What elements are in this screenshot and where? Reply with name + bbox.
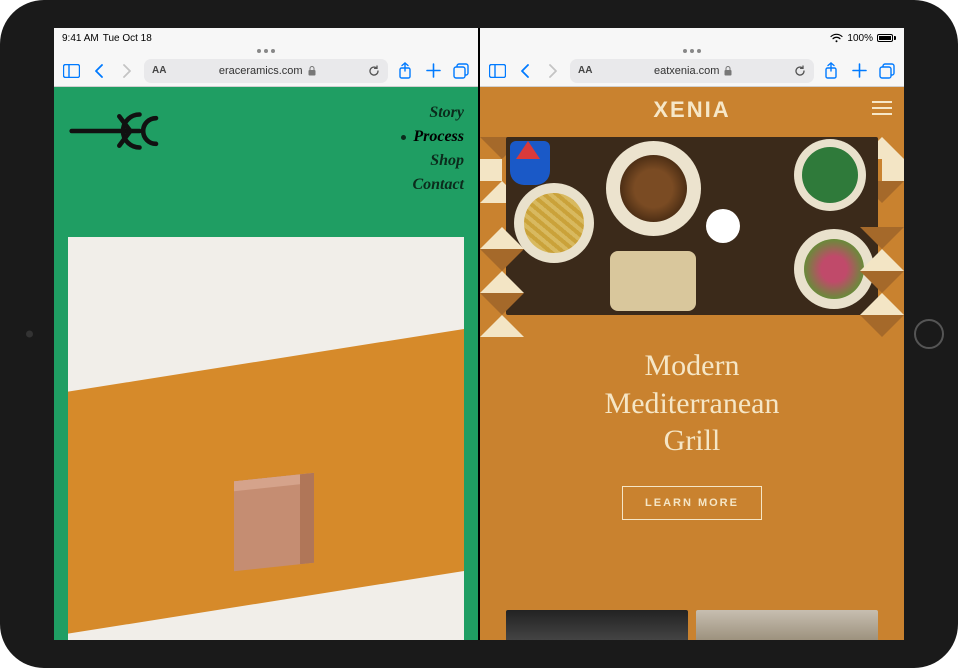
status-bar-right: 100% — [480, 28, 904, 46]
sidebar-icon[interactable] — [486, 60, 508, 82]
plus-icon[interactable] — [848, 60, 870, 82]
left-pane: 9:41 AM Tue Oct 18 AA eraceramics.c — [54, 28, 478, 640]
multitasking-dots[interactable] — [54, 46, 478, 55]
nav-item-process[interactable]: Process — [401, 125, 464, 149]
front-camera — [26, 331, 33, 338]
screen-split-view: 9:41 AM Tue Oct 18 AA eraceramics.c — [54, 28, 904, 640]
tagline-line: Grill — [480, 422, 904, 460]
nav-item-contact[interactable]: Contact — [401, 173, 464, 197]
tabs-icon[interactable] — [450, 60, 472, 82]
active-dot-icon — [401, 135, 406, 140]
decor-pattern — [480, 227, 524, 626]
reload-icon[interactable] — [794, 65, 806, 77]
nav-label: Process — [413, 125, 464, 149]
status-bar-left: 9:41 AM Tue Oct 18 — [54, 28, 478, 46]
share-icon[interactable] — [820, 60, 842, 82]
footer-image — [506, 610, 688, 640]
lock-icon — [308, 66, 316, 76]
plus-icon[interactable] — [422, 60, 444, 82]
reload-icon[interactable] — [368, 65, 380, 77]
safari-toolbar-left: AA eraceramics.com — [54, 55, 478, 87]
tagline-line: Modern — [480, 347, 904, 385]
nav-label: Contact — [412, 173, 464, 197]
plate-flatbread — [610, 251, 696, 311]
forward-button — [542, 60, 564, 82]
xenia-hero-image — [506, 137, 878, 315]
era-logo[interactable] — [68, 101, 178, 161]
tabs-icon[interactable] — [876, 60, 898, 82]
clay-block — [234, 473, 314, 571]
nav-label: Story — [429, 101, 464, 125]
url-field-left[interactable]: AA eraceramics.com — [144, 59, 388, 83]
home-button[interactable] — [914, 319, 944, 349]
xenia-footer-images — [506, 610, 878, 640]
ipad-device-frame: 9:41 AM Tue Oct 18 AA eraceramics.c — [0, 0, 958, 668]
learn-more-button[interactable]: LEARN MORE — [622, 486, 762, 520]
battery-icon — [877, 34, 896, 42]
nav-item-shop[interactable]: Shop — [401, 149, 464, 173]
xenia-logo[interactable]: XENIA — [653, 97, 730, 123]
safari-toolbar-right: AA eatxenia.com — [480, 55, 904, 87]
era-nav: Story Process Shop Contact — [401, 101, 464, 197]
wifi-icon — [830, 33, 843, 43]
lock-icon — [724, 66, 732, 76]
plate-fries — [514, 183, 594, 263]
decor-pattern — [860, 227, 904, 626]
tagline-line: Mediterranean — [480, 385, 904, 423]
plate-grilled — [606, 141, 701, 236]
status-time: 9:41 AM — [62, 33, 99, 44]
drink-cup — [510, 141, 550, 185]
battery-pct: 100% — [847, 33, 873, 44]
nav-item-story[interactable]: Story — [401, 101, 464, 125]
reader-aa-icon[interactable]: AA — [578, 65, 592, 76]
back-button[interactable] — [88, 60, 110, 82]
status-date: Tue Oct 18 — [103, 33, 152, 44]
xenia-site: XENIA — [480, 87, 904, 640]
plate-greens — [794, 139, 866, 211]
footer-image — [696, 610, 878, 640]
nav-label: Shop — [430, 149, 464, 173]
url-field-right[interactable]: AA eatxenia.com — [570, 59, 814, 83]
reader-aa-icon[interactable]: AA — [152, 65, 166, 76]
left-webpage-content[interactable]: Story Process Shop Contact — [54, 87, 478, 640]
hamburger-menu-icon[interactable] — [872, 101, 892, 115]
url-text: eatxenia.com — [654, 65, 719, 77]
era-site: Story Process Shop Contact — [54, 87, 478, 640]
right-webpage-content[interactable]: XENIA — [480, 87, 904, 640]
url-text: eraceramics.com — [219, 65, 303, 77]
xenia-tagline: Modern Mediterranean Grill — [480, 347, 904, 460]
forward-button — [116, 60, 138, 82]
right-pane: 100% AA eatxenia.com — [480, 28, 904, 640]
era-hero-image — [68, 237, 464, 640]
back-button[interactable] — [514, 60, 536, 82]
plate-dip — [706, 209, 740, 243]
share-icon[interactable] — [394, 60, 416, 82]
multitasking-dots[interactable] — [480, 46, 904, 55]
sidebar-icon[interactable] — [60, 60, 82, 82]
